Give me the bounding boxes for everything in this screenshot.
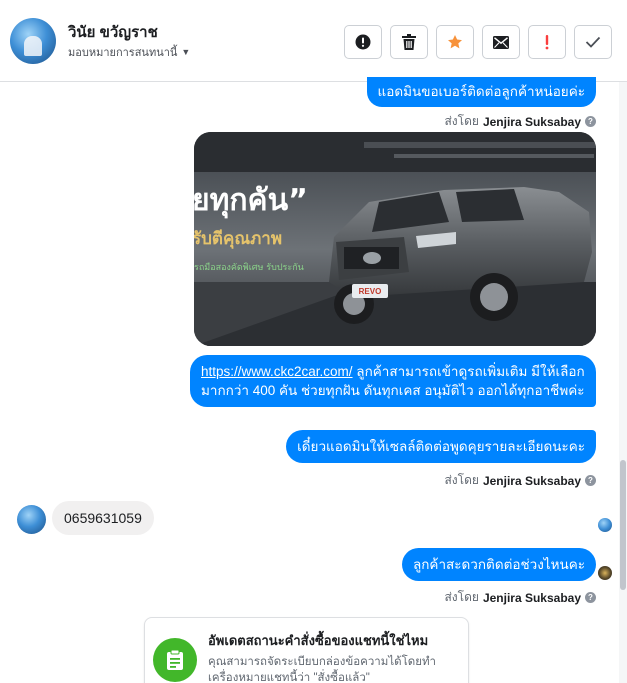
scrollbar-thumb[interactable] [620, 460, 626, 590]
sender-name: Jenjira Suksabay [482, 473, 581, 488]
order-card-title: อัพเดตสถานะคำสั่งซื้อของแชทนี้ใช่ไหม [208, 633, 429, 648]
contact-mini-avatar [17, 505, 46, 534]
contact-avatar[interactable] [10, 18, 56, 64]
message-text: ลูกค้าสะดวกติดต่อช่วงไหนคะ [412, 557, 585, 572]
seen-avatar-icon [598, 518, 612, 532]
message-text: 0659631059 [64, 510, 142, 526]
promo-headline: ยทุกคัน” [194, 183, 308, 219]
message-link[interactable]: https://www.ckc2car.com/ [201, 364, 353, 379]
message-text: แอดมินขอเบอร์ติดต่อลูกค้าหน่อยค่ะ [377, 84, 585, 99]
sent-by-prefix: ส่งโดย [444, 473, 479, 487]
envelope-icon [493, 35, 509, 49]
car-photo: REVO ยทุกคัน” รับตีคุณภาพ รถมือสองคัดพิเ… [194, 132, 596, 346]
sent-by-prefix: ส่งโดย [444, 590, 479, 604]
mark-unread-button[interactable] [482, 25, 520, 59]
sent-by-prefix: ส่งโดย [444, 114, 479, 128]
order-list-icon [153, 638, 197, 682]
outgoing-message[interactable]: แอดมินขอเบอร์ติดต่อลูกค้าหน่อยค่ะ [366, 77, 596, 107]
assign-conversation-dropdown[interactable]: มอบหมายการสนทนานี้ ▼ [68, 43, 190, 61]
scrollbar[interactable] [619, 82, 627, 683]
message-text: เดี๋ยวแอดมินให้เซลล์ติดต่อพูดคุยรายละเอี… [297, 439, 585, 454]
outgoing-message[interactable]: เดี๋ยวแอดมินให้เซลล์ติดต่อพูดคุยรายละเอี… [286, 430, 596, 463]
order-card-description: คุณสามารถจัดระเบียบกล่องข้อความได้โดยทำเ… [208, 656, 437, 683]
contact-name[interactable]: วินัย ขวัญราช [68, 20, 158, 44]
promo-subline: รับตีคุณภาพ [194, 228, 282, 249]
outgoing-message[interactable]: ลูกค้าสะดวกติดต่อช่วงไหนคะ [401, 548, 596, 581]
mark-spam-button[interactable] [344, 25, 382, 59]
mark-done-button[interactable] [574, 25, 612, 59]
check-icon [585, 36, 601, 48]
car-promo-image[interactable]: REVO ยทุกคัน” รับตีคุณภาพ รถมือสองคัดพิเ… [194, 132, 596, 346]
header-actions [344, 25, 612, 59]
delete-button[interactable] [390, 25, 428, 59]
follow-up-button[interactable] [528, 25, 566, 59]
incoming-message[interactable]: 0659631059 [52, 501, 154, 535]
exclamation-icon [545, 35, 549, 50]
sent-by-label: ส่งโดย Jenjira Suksabay ? [444, 471, 596, 490]
sender-name: Jenjira Suksabay [482, 114, 581, 129]
help-icon[interactable]: ? [585, 592, 596, 603]
page-avatar-icon [598, 566, 612, 580]
star-icon [448, 35, 462, 49]
sender-name: Jenjira Suksabay [482, 590, 581, 605]
help-icon[interactable]: ? [585, 475, 596, 486]
promo-small: รถมือสองคัดพิเศษ รับประกัน [194, 262, 304, 273]
caret-down-icon: ▼ [181, 47, 191, 57]
star-button[interactable] [436, 25, 474, 59]
sent-by-label: ส่งโดย Jenjira Suksabay ? [444, 588, 596, 607]
conversation-header: วินัย ขวัญราช มอบหมายการสนทนานี้ ▼ [0, 0, 627, 82]
sent-by-label: ส่งโดย Jenjira Suksabay ? [444, 112, 596, 131]
alert-circle-icon [355, 34, 371, 50]
order-status-card[interactable]: อัพเดตสถานะคำสั่งซื้อของแชทนี้ใช่ไหม คุณ… [144, 617, 469, 683]
assign-label: มอบหมายการสนทนานี้ [68, 47, 178, 59]
trash-icon [402, 34, 416, 50]
plate-text: REVO [359, 287, 382, 296]
outgoing-message[interactable]: https://www.ckc2car.com/ ลูกค้าสามารถเข้… [190, 355, 596, 407]
help-icon[interactable]: ? [585, 116, 596, 127]
